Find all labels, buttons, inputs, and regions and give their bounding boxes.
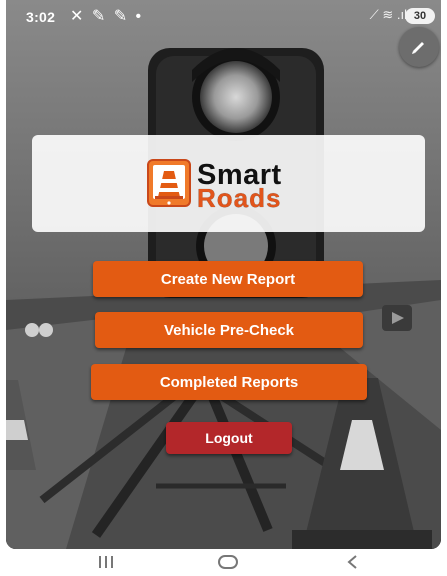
vehicle-pre-check-button[interactable]: Vehicle Pre-Check — [95, 312, 363, 348]
notification-icons: ✕ ✎ ✎ • — [70, 8, 144, 25]
pencil-icon — [412, 42, 424, 54]
phone-cone-icon — [147, 159, 191, 207]
signal-icons: ⟋ ≋ .ıl — [369, 7, 407, 22]
system-nav-bar — [0, 549, 447, 576]
logo-card: Smart Roads — [32, 135, 425, 232]
battery-indicator: 30 — [405, 8, 435, 24]
back-icon — [347, 555, 357, 569]
recents-icon — [99, 556, 113, 568]
nav-recents-button[interactable] — [86, 551, 126, 573]
logout-button[interactable]: Logout — [166, 422, 292, 454]
edit-button[interactable] — [399, 27, 439, 67]
logo-text-roads: Roads — [197, 183, 282, 213]
status-time: 3:02 — [26, 9, 56, 25]
status-bar: 3:02 ✕ ✎ ✎ • ⟋ ≋ .ıl 30 — [6, 0, 441, 34]
phone-frame: 3:02 ✕ ✎ ✎ • ⟋ ≋ .ıl 30 Smart Roads Crea… — [0, 0, 447, 576]
home-icon — [218, 555, 238, 569]
nav-home-button[interactable] — [208, 551, 248, 573]
completed-reports-button[interactable]: Completed Reports — [91, 364, 367, 400]
nav-back-button[interactable] — [332, 551, 372, 573]
app-screen: 3:02 ✕ ✎ ✎ • ⟋ ≋ .ıl 30 Smart Roads Crea… — [6, 0, 441, 549]
create-new-report-button[interactable]: Create New Report — [93, 261, 363, 297]
